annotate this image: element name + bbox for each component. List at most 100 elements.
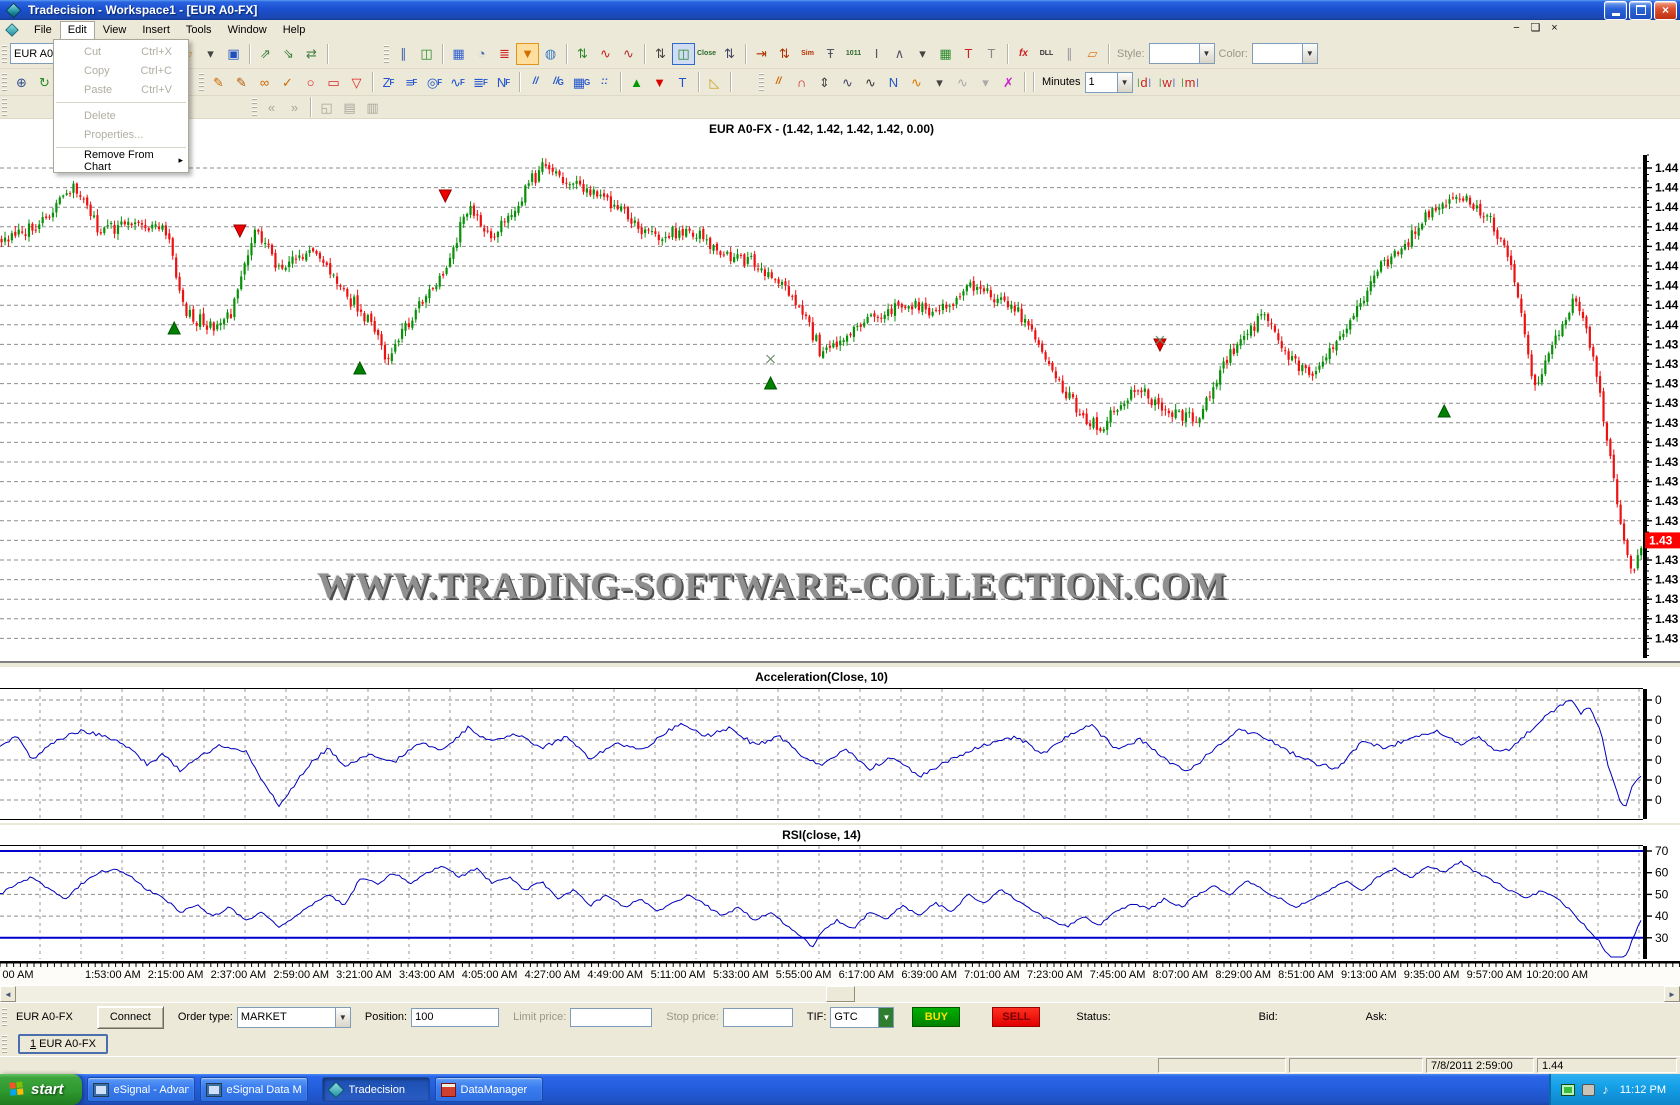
- chevron-down-icon[interactable]: ▼: [334, 1007, 350, 1027]
- measure-icon[interactable]: ⇕: [813, 71, 836, 93]
- save-icon[interactable]: ▣: [222, 43, 245, 65]
- style-combo[interactable]: ▼: [1148, 43, 1215, 64]
- menu-item-view[interactable]: View: [95, 21, 135, 39]
- data-export-icon[interactable]: ⇅: [571, 43, 594, 65]
- network-icon[interactable]: [1561, 1083, 1576, 1096]
- fractal-wave-icon[interactable]: ∿: [859, 71, 882, 93]
- forward-icon[interactable]: »: [283, 96, 306, 118]
- marker-x-icon[interactable]: ✗: [997, 71, 1020, 93]
- gann-grid-icon[interactable]: ▦ G: [570, 71, 593, 93]
- minimize-button[interactable]: [1604, 0, 1627, 20]
- tile-vertical-icon[interactable]: ▥: [361, 96, 384, 118]
- bar-compress-icon[interactable]: ⇅: [718, 43, 741, 65]
- trend-lines-icon[interactable]: //: [767, 71, 790, 93]
- text-note-icon[interactable]: T: [671, 71, 694, 93]
- strategy-dropdown[interactable]: ▾: [911, 43, 934, 65]
- gann-fan-icon[interactable]: //G: [547, 71, 570, 93]
- tif-combo[interactable]: GTC ▼: [830, 1006, 895, 1028]
- buy-arrow-icon[interactable]: ▲: [625, 71, 648, 93]
- taskbar-task-esignal-advanced-g-[interactable]: eSignal - Advanced G...: [86, 1077, 195, 1102]
- toolbar-grip[interactable]: [252, 98, 257, 116]
- menu-item-help[interactable]: Help: [275, 21, 314, 39]
- taskbar-task-tradecision[interactable]: Tradecision: [321, 1077, 430, 1102]
- strategy-anchor-icon[interactable]: Ŧ: [819, 43, 842, 65]
- export-page-icon[interactable]: ⇗: [254, 43, 277, 65]
- back-icon[interactable]: «: [260, 96, 283, 118]
- tab-eur-a0-fx[interactable]: 1 EUR A0-FX: [18, 1033, 108, 1054]
- monthly-interval-icon[interactable]: | m |: [1179, 71, 1202, 93]
- polygon-tool-icon[interactable]: ▽: [345, 71, 368, 93]
- daily-interval-icon[interactable]: | d |: [1133, 71, 1156, 93]
- tab-bar-grip[interactable]: [2, 1034, 7, 1053]
- fib-extension-icon[interactable]: NF: [492, 71, 515, 93]
- volume-icon[interactable]: ♪: [1602, 1083, 1609, 1096]
- ellipse-tool-icon[interactable]: ○: [299, 71, 322, 93]
- binary-board-icon[interactable]: 1011: [842, 43, 865, 65]
- clock-icon[interactable]: ◔: [470, 43, 493, 65]
- magnet-mode-icon[interactable]: ∩: [790, 71, 813, 93]
- gann-line-icon[interactable]: //: [524, 71, 547, 93]
- table-sync-icon[interactable]: ▦: [934, 43, 957, 65]
- candle-style-icon[interactable]: ◫: [415, 43, 438, 65]
- edit-menu-item-properties-[interactable]: Properties...: [54, 125, 188, 144]
- color-combo[interactable]: ▼: [1251, 43, 1318, 64]
- edit-strategy-icon[interactable]: T: [980, 43, 1003, 65]
- fib-retracement-icon[interactable]: ≡ F: [400, 71, 423, 93]
- scan-red-icon[interactable]: ∿: [594, 43, 617, 65]
- sell-button[interactable]: SELL: [992, 1007, 1041, 1027]
- toolbar-grip[interactable]: [759, 73, 764, 91]
- chevron-down-icon[interactable]: ▼: [878, 1007, 894, 1027]
- order-entry-icon[interactable]: ⇥: [750, 43, 773, 65]
- volume-histogram-icon[interactable]: ≣: [493, 43, 516, 65]
- close-button[interactable]: ×: [1654, 0, 1677, 20]
- mdi-restore-button[interactable]: ❏: [1528, 22, 1543, 35]
- bar-numbers-icon[interactable]: N: [882, 71, 905, 93]
- scroll-thumb[interactable]: [826, 986, 855, 1002]
- weekly-interval-icon[interactable]: | w |: [1156, 71, 1179, 93]
- rectangle-tool-icon[interactable]: ▭: [322, 71, 345, 93]
- active-candle-icon[interactable]: ◫: [672, 42, 695, 65]
- fib-zone-icon[interactable]: ZF: [377, 71, 400, 93]
- fib-timezone-icon[interactable]: ≣ F: [469, 71, 492, 93]
- connect-button[interactable]: Connect: [96, 1005, 164, 1029]
- stop-price-input[interactable]: [722, 1007, 793, 1027]
- edit-menu-item-copy[interactable]: Copy Ctrl+C: [54, 61, 188, 80]
- cascade-windows-icon[interactable]: ◱: [315, 96, 338, 118]
- start-button[interactable]: start: [0, 1074, 82, 1105]
- scan-trend-icon[interactable]: ∿: [617, 43, 640, 65]
- toolbar-grip[interactable]: [2, 44, 7, 63]
- mdi-minimize-button[interactable]: −: [1509, 22, 1524, 35]
- sim-trade-icon[interactable]: Sim: [796, 43, 819, 65]
- alert-icon[interactable]: ▼: [516, 42, 539, 65]
- edit-menu-item-delete[interactable]: Delete: [54, 106, 188, 125]
- acceleration-chart[interactable]: 0 0 0 0 0 0: [0, 667, 1680, 823]
- menu-item-edit[interactable]: Edit: [59, 20, 95, 39]
- bar-style-icon[interactable]: ∥: [392, 43, 415, 65]
- menu-item-insert[interactable]: Insert: [134, 21, 178, 39]
- import-page-icon[interactable]: ⇘: [277, 43, 300, 65]
- pencil-check-icon[interactable]: ✓: [276, 71, 299, 93]
- tile-horizontal-icon[interactable]: ▤: [338, 96, 361, 118]
- dll-icon[interactable]: DLL: [1035, 43, 1058, 65]
- fx-icon[interactable]: fx: [1012, 43, 1035, 65]
- limit-price-input[interactable]: [570, 1007, 653, 1027]
- order-updown-icon[interactable]: ⇅: [773, 43, 796, 65]
- chevron-down-icon[interactable]: ▼: [1198, 44, 1214, 63]
- world-news-icon[interactable]: ◍: [539, 43, 562, 65]
- menu-item-file[interactable]: File: [26, 21, 60, 39]
- pencil-line-icon[interactable]: ✎: [230, 71, 253, 93]
- open-folder-dropdown[interactable]: ▾: [199, 43, 222, 65]
- esignal-tray-icon[interactable]: [1582, 1083, 1596, 1096]
- wave-dropdown[interactable]: ▾: [928, 71, 951, 93]
- position-input[interactable]: [411, 1007, 500, 1027]
- scroll-right-button[interactable]: ►: [1664, 986, 1680, 1002]
- position-line-icon[interactable]: I: [865, 43, 888, 65]
- auto-strategy-icon[interactable]: ∧: [888, 43, 911, 65]
- transfer-page-icon[interactable]: ⇄: [300, 43, 323, 65]
- link-icon[interactable]: ∥: [1058, 43, 1081, 65]
- order-type-combo[interactable]: MARKET ▼: [236, 1006, 351, 1028]
- zigzag-icon[interactable]: ∿: [836, 71, 859, 93]
- scroll-left-button[interactable]: ◄: [0, 986, 16, 1002]
- dot-grid-icon[interactable]: ::: [593, 71, 616, 93]
- order-bar-grip[interactable]: [2, 1008, 7, 1026]
